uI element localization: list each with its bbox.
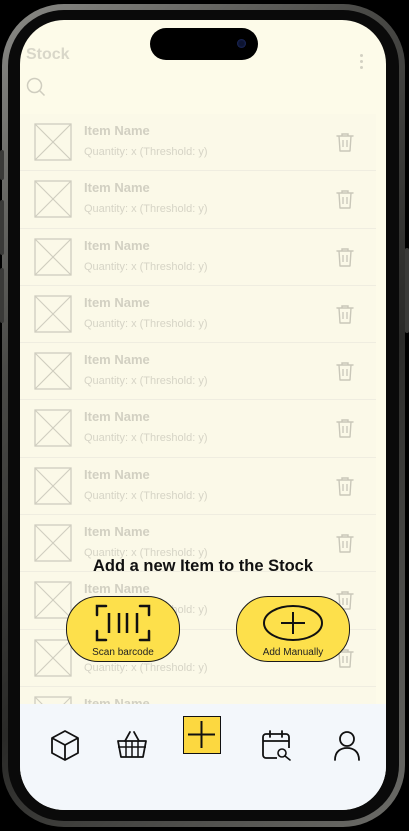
trash-icon[interactable] (336, 418, 354, 439)
add-square-icon (188, 721, 215, 748)
add-item-title: Add a new Item to the Stock (92, 557, 314, 575)
image-placeholder-icon (34, 295, 72, 333)
volume-up-button (0, 200, 4, 255)
item-name: Item Name (84, 237, 150, 253)
item-name: Item Name (84, 466, 150, 482)
item-quantity: Quantity: x (Threshold: y) (84, 146, 208, 158)
item-quantity: Quantity: x (Threshold: y) (84, 489, 208, 502)
bottom-tab-bar (20, 704, 386, 810)
page-title: Stock (26, 46, 70, 63)
volume-down-button (0, 268, 4, 323)
item-quantity: Quantity: x (Threshold: y) (84, 432, 208, 445)
item-name: Item Name (84, 294, 150, 310)
item-name: Item Name (84, 409, 150, 425)
more-options-icon[interactable] (360, 54, 364, 72)
item-name: Item Name (84, 352, 150, 368)
item-quantity: Quantity: x (Threshold: y) (84, 203, 208, 216)
item-quantity: Quantity: x (Threshold: y) (84, 375, 208, 388)
calendar-search-icon[interactable] (260, 728, 294, 762)
item-quantity: Quantity: x (Threshold: y) (84, 317, 208, 330)
image-placeholder-icon (34, 352, 72, 390)
item-name: Item Name (84, 524, 150, 540)
list-item[interactable]: Item Name Quantity: x (Threshold: y) (20, 171, 376, 229)
trash-icon[interactable] (336, 304, 354, 324)
barcode-scan-icon (95, 604, 151, 642)
trash-icon[interactable] (336, 247, 354, 267)
image-placeholder-icon (34, 180, 72, 218)
user-icon[interactable] (330, 728, 364, 762)
image-placeholder-icon (34, 581, 72, 620)
list-item[interactable]: Item Name Quantity: x (Threshold: y) (20, 400, 376, 458)
item-quantity: Quantity: x (Threshold: y) (84, 661, 208, 674)
mute-switch (0, 150, 4, 180)
plus-circle-icon (263, 605, 323, 641)
app-screen: Stock Item Name Quantity: x (Threshold: y… (20, 20, 386, 810)
box-icon[interactable] (48, 728, 82, 762)
image-placeholder-icon (34, 467, 72, 505)
image-placeholder-icon (34, 123, 72, 161)
list-item[interactable]: Item Name Quantity: x (Threshold: y) (20, 114, 376, 172)
add-manually-button[interactable]: Add Manually (236, 596, 350, 662)
list-item[interactable]: Item Name Quantity: x (Threshold: y) (20, 457, 376, 516)
image-placeholder-icon (34, 409, 72, 448)
item-quantity: Quantity: x (Threshold: y) (84, 260, 208, 273)
trash-icon[interactable] (336, 476, 354, 496)
trash-icon[interactable] (336, 361, 354, 381)
item-name: Item Name (84, 581, 150, 597)
dynamic-island (150, 28, 258, 60)
list-item[interactable]: Item Name Quantity: x (Threshold: y) (20, 343, 376, 401)
camera-icon (237, 39, 246, 48)
add-item-tab[interactable] (183, 716, 221, 754)
search-icon[interactable] (26, 77, 46, 97)
trash-icon[interactable] (336, 132, 354, 152)
power-button (405, 248, 409, 333)
trash-icon[interactable] (336, 533, 354, 553)
image-placeholder-icon (34, 237, 72, 276)
list-item[interactable]: Item Name Quantity: x (Threshold: y) (20, 285, 376, 344)
list-item[interactable]: Item Name Quantity: x (Threshold: y) (20, 228, 376, 286)
scan-barcode-label: Scan barcode (92, 647, 154, 658)
basket-icon[interactable] (115, 728, 149, 762)
scan-barcode-button[interactable]: Scan barcode (66, 596, 180, 662)
trash-icon[interactable] (336, 189, 354, 209)
add-manually-label: Add Manually (262, 647, 324, 658)
item-name: Item Name (84, 123, 150, 138)
item-name: Item Name (84, 180, 150, 196)
